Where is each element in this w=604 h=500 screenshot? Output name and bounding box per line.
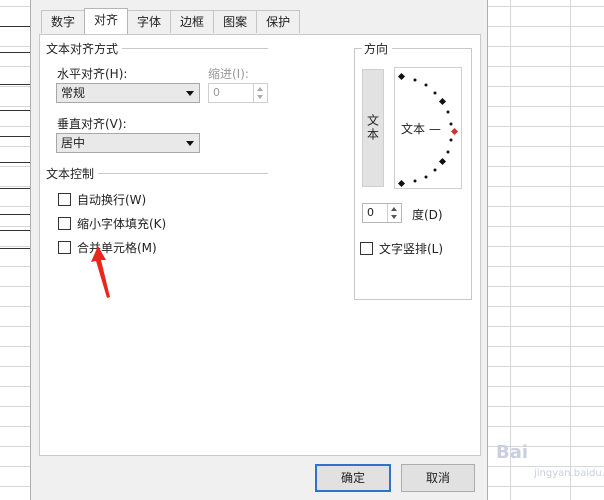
wrap-text-checkbox[interactable] [58,193,71,206]
stepper-up-icon [257,87,263,91]
vertical-arrangement-checkbox[interactable] [360,242,373,255]
wrap-text-label: 自动换行(W) [77,193,147,207]
text-control-group-title: 文本控制 [46,165,99,182]
merge-cells-checkbox[interactable] [58,241,71,254]
vertical-arrangement-label: 文字竖排(L) [379,242,444,256]
degree-stepper[interactable]: 0 [362,203,402,223]
stepper-buttons[interactable] [253,84,267,102]
chevron-down-icon [186,141,194,146]
degree-label: 度(D) [412,208,443,222]
vertical-align-label: 垂直对齐(V): [57,117,127,131]
horizontal-align-value: 常规 [61,86,86,100]
shrink-to-fit-label: 缩小字体填充(K) [77,217,167,231]
tab-font[interactable]: 字体 [127,10,172,33]
tab-pattern[interactable]: 图案 [213,10,258,33]
stepper-down-icon [391,215,397,219]
stepper-down-icon [257,95,263,99]
indent-stepper[interactable]: 0 [208,83,268,103]
chevron-down-icon [186,91,194,96]
vertical-text-button[interactable]: 文本 [362,69,384,187]
orientation-dial[interactable]: 文本 — [394,67,462,189]
red-arrow-annotation-icon [91,246,110,298]
baidu-watermark-logo: Bai [496,442,529,463]
tab-protection[interactable]: 保护 [256,10,301,33]
ok-button[interactable]: 确定 [315,464,391,492]
alignment-panel: 文本对齐方式 水平对齐(H): 常规 缩进(I): 0 垂直对齐(V): 居中 … [39,34,481,456]
tab-number[interactable]: 数字 [41,10,86,33]
stepper-buttons[interactable] [387,204,401,222]
dial-text-label: 文本 — [401,122,441,136]
tab-alignment[interactable]: 对齐 [84,8,129,34]
text-alignment-group-title: 文本对齐方式 [46,40,123,57]
baidu-watermark-url: jingyan.baidu.com [534,468,604,479]
shrink-to-fit-checkbox[interactable] [58,217,71,230]
tab-border[interactable]: 边框 [170,10,215,33]
orientation-group-title: 方向 [362,40,393,57]
horizontal-align-select[interactable]: 常规 [56,83,200,103]
vertical-align-select[interactable]: 居中 [56,133,200,153]
vertical-align-value: 居中 [61,136,86,150]
horizontal-align-label: 水平对齐(H): [57,67,128,81]
indent-value: 0 [213,86,220,99]
tab-strip: 数字 对齐 字体 边框 图案 保护 [41,8,301,34]
stepper-up-icon [391,207,397,211]
wrap-text-option[interactable]: 自动换行(W) [58,191,146,208]
indent-label: 缩进(I): [208,67,249,81]
shrink-to-fit-option[interactable]: 缩小字体填充(K) [58,215,166,232]
cancel-button[interactable]: 取消 [401,464,475,492]
spreadsheet-row-lines [0,0,30,260]
vertical-arrangement-option[interactable]: 文字竖排(L) [360,240,443,257]
degree-value: 0 [367,206,374,219]
